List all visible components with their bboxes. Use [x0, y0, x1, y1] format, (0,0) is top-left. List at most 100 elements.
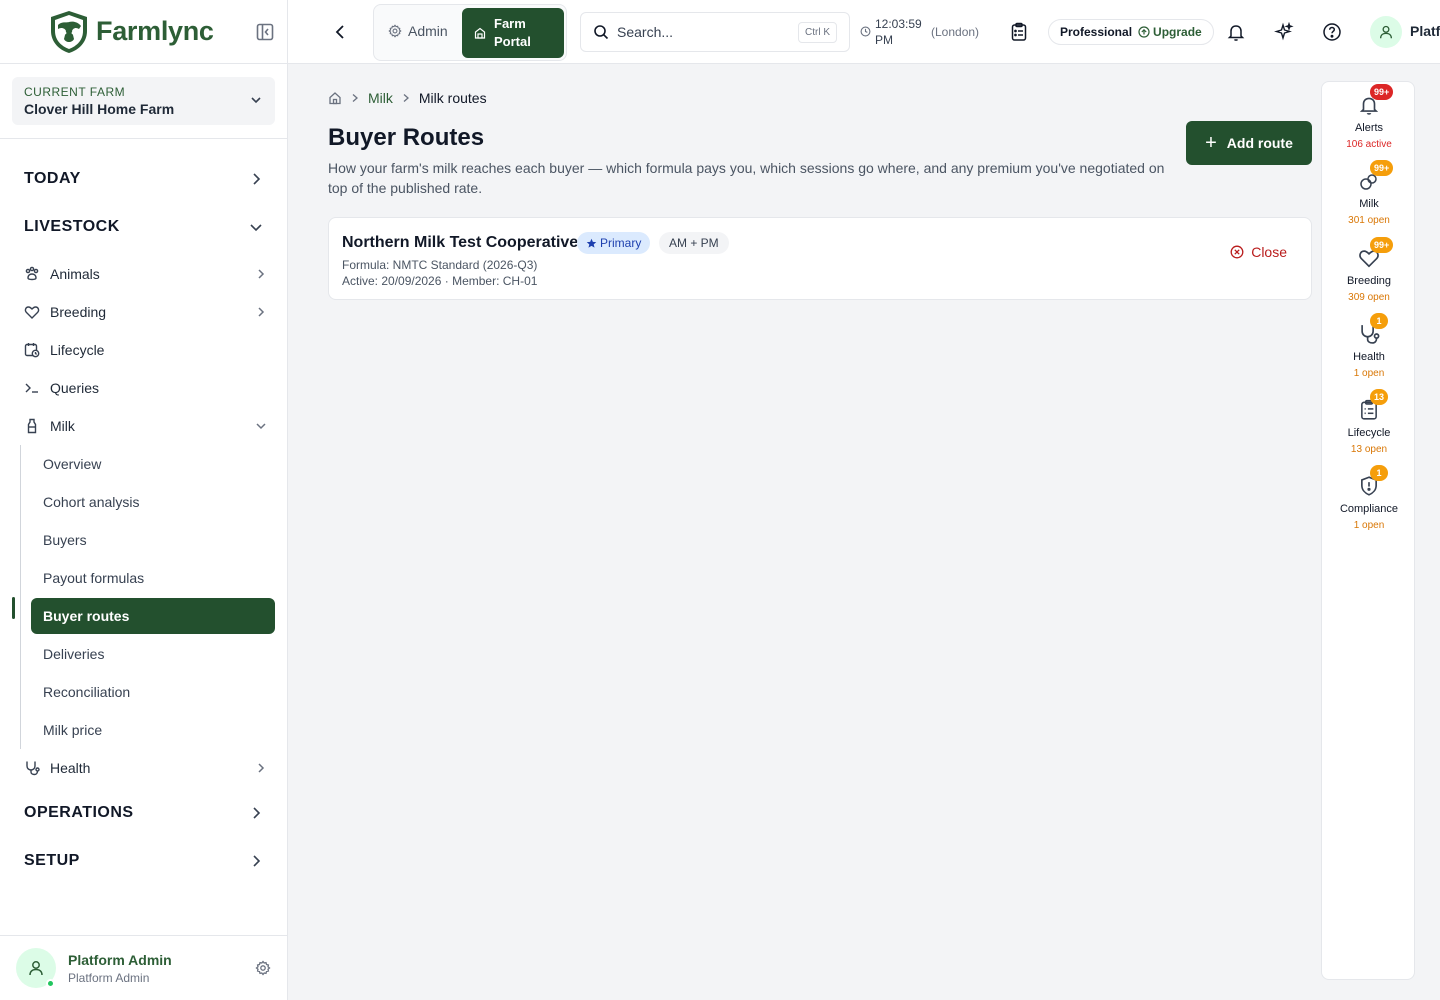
- sidebar-subitem-reconciliation[interactable]: Reconciliation: [21, 673, 287, 711]
- chevron-right-icon: [253, 855, 261, 867]
- sparkles-icon[interactable]: [1274, 22, 1294, 42]
- rail-item-lifecycle[interactable]: 13 Lifecycle 13 open: [1322, 389, 1416, 455]
- rail-item-milk[interactable]: 99+ Milk 301 open: [1322, 160, 1416, 226]
- sidebar-subitem-payout-formulas[interactable]: Payout formulas: [21, 559, 287, 597]
- rail-label: Health: [1353, 351, 1385, 363]
- sidebar-item-health[interactable]: Health: [0, 749, 287, 787]
- rail-item-compliance[interactable]: 1 Compliance 1 open: [1322, 465, 1416, 531]
- close-route-button[interactable]: Close: [1230, 244, 1287, 260]
- page-title: Buyer Routes: [328, 124, 485, 151]
- clock-time-line-2: PM: [875, 32, 893, 47]
- rail-label: Milk: [1359, 198, 1379, 210]
- nav-section-livestock[interactable]: LIVESTOCK: [0, 203, 287, 251]
- sidebar-subitem-cohort-analysis[interactable]: Cohort analysis: [21, 483, 287, 521]
- user-icon: [1380, 25, 1392, 39]
- paw-icon: [24, 266, 40, 282]
- clipboard-list-icon[interactable]: [1009, 22, 1029, 42]
- rail-item-alerts[interactable]: 99+ Alerts 106 active: [1322, 84, 1416, 150]
- farm-selector-name: Clover Hill Home Farm: [24, 101, 175, 117]
- plan-badge[interactable]: Professional Upgrade: [1048, 19, 1214, 45]
- rail-badge: 1: [1370, 465, 1388, 481]
- sidebar-subitem-deliveries[interactable]: Deliveries: [21, 635, 287, 673]
- upgrade-label: Upgrade: [1153, 25, 1202, 39]
- close-route-label: Close: [1251, 244, 1287, 260]
- top-avatar[interactable]: [1370, 16, 1402, 48]
- search-input[interactable]: Search... Ctrl K: [580, 12, 850, 52]
- milk-submenu: Overview Cohort analysis Buyers Payout f…: [20, 445, 287, 749]
- stethoscope-icon: 1: [1358, 313, 1388, 345]
- sidebar-item-animals[interactable]: Animals: [0, 255, 287, 293]
- sidebar-item-queries-label: Queries: [50, 380, 100, 396]
- breadcrumb-current: Milk routes: [418, 90, 487, 106]
- barn-icon: [474, 27, 486, 39]
- sidebar: Farmlync CURRENT FARM Clover Hill Home F…: [0, 0, 288, 1000]
- rail-badge: 99+: [1370, 160, 1394, 176]
- route-formula: Formula: NMTC Standard (2026-Q3): [342, 258, 538, 272]
- upgrade-link[interactable]: Upgrade: [1138, 25, 1202, 39]
- admin-switch-label: Admin: [408, 23, 448, 39]
- sidebar-item-breeding[interactable]: Breeding: [0, 293, 287, 331]
- rail-badge: 99+: [1370, 84, 1394, 100]
- search-shortcut-hint: Ctrl K: [798, 21, 837, 43]
- rail-count: 1 open: [1353, 520, 1385, 531]
- sidebar-item-lifecycle-label: Lifecycle: [50, 342, 105, 358]
- nav-section-setup-label: SETUP: [24, 852, 80, 869]
- chevron-right-icon: [258, 307, 265, 317]
- star-icon: [586, 238, 597, 248]
- route-active-member: Active: 20/09/2026 · Member: CH-01: [342, 274, 538, 288]
- chevron-right-icon: [253, 173, 261, 185]
- rail-label: Alerts: [1354, 122, 1384, 134]
- add-route-button[interactable]: + Add route: [1186, 121, 1312, 165]
- sidebar-item-breeding-label: Breeding: [50, 304, 107, 320]
- farm-portal-switch-label: Farm Portal: [494, 15, 531, 51]
- sidebar-item-lifecycle[interactable]: Lifecycle: [0, 331, 287, 369]
- rail-item-breeding[interactable]: 99+ Breeding 309 open: [1322, 237, 1416, 303]
- route-buyer-name: Northern Milk Test Cooperative: [342, 234, 579, 251]
- nav-section-livestock-label: LIVESTOCK: [24, 218, 120, 235]
- breadcrumb-separator-icon: [401, 93, 411, 103]
- search-icon: [594, 25, 609, 40]
- admin-switch-button[interactable]: Admin: [388, 23, 448, 39]
- rail-item-health[interactable]: 1 Health 1 open: [1322, 313, 1416, 379]
- arrow-up-circle-icon: [1138, 26, 1150, 38]
- rail-label: Lifecycle: [1347, 427, 1391, 439]
- page-description: How your farm's milk reaches each buyer …: [328, 160, 1165, 197]
- help-circle-icon[interactable]: [1322, 22, 1342, 42]
- clock-time-line-1: 12:03:59: [875, 17, 922, 31]
- rail-label: Compliance: [1339, 503, 1399, 515]
- user-profile-bar[interactable]: Platform Admin Platform Admin: [0, 935, 287, 1000]
- terminal-icon: [24, 380, 40, 396]
- sidebar-item-milk[interactable]: Milk: [0, 407, 287, 445]
- nav-section-operations-label: OPERATIONS: [24, 804, 134, 821]
- sidebar-item-queries[interactable]: Queries: [0, 369, 287, 407]
- rail-count: 301 open: [1348, 215, 1390, 226]
- bell-icon[interactable]: [1226, 22, 1246, 42]
- nav-section-operations[interactable]: OPERATIONS: [0, 789, 287, 837]
- chevron-right-icon: [258, 763, 265, 773]
- sidebar-subitem-buyers[interactable]: Buyers: [21, 521, 287, 559]
- milk-drop-icon: 99+: [1358, 160, 1394, 192]
- farm-selector[interactable]: CURRENT FARM Clover Hill Home Farm: [12, 77, 275, 125]
- top-bar: Admin Farm Portal Search... Ctrl K 12:03…: [288, 0, 1440, 64]
- farm-selector-section: CURRENT FARM Clover Hill Home Farm: [0, 64, 287, 139]
- nav-section-today[interactable]: TODAY: [0, 155, 287, 203]
- back-arrow-icon[interactable]: [332, 22, 348, 42]
- sidebar-subitem-buyer-routes[interactable]: Buyer routes: [31, 598, 275, 634]
- sidebar-subitem-milk-price[interactable]: Milk price: [21, 711, 287, 749]
- breadcrumb-milk-link[interactable]: Milk: [368, 90, 393, 106]
- home-icon[interactable]: [328, 91, 342, 105]
- online-status-dot: [46, 979, 55, 988]
- plan-name: Professional: [1060, 25, 1133, 39]
- sidebar-subitem-overview[interactable]: Overview: [21, 445, 287, 483]
- primary-badge: Primary: [577, 232, 651, 254]
- farm-portal-switch-button[interactable]: Farm Portal: [462, 8, 564, 58]
- gear-icon[interactable]: [255, 960, 271, 976]
- heart-icon: 99+: [1358, 237, 1394, 269]
- plus-icon: +: [1205, 132, 1217, 154]
- collapse-sidebar-icon[interactable]: [255, 22, 275, 42]
- user-role: Platform Admin: [68, 970, 150, 985]
- nav-section-setup[interactable]: SETUP: [0, 837, 287, 885]
- milk-bottle-icon: [24, 418, 40, 434]
- top-user-name[interactable]: Platf: [1410, 23, 1440, 39]
- status-rail: 99+ Alerts 106 active 99+ Milk 301 open …: [1321, 81, 1415, 980]
